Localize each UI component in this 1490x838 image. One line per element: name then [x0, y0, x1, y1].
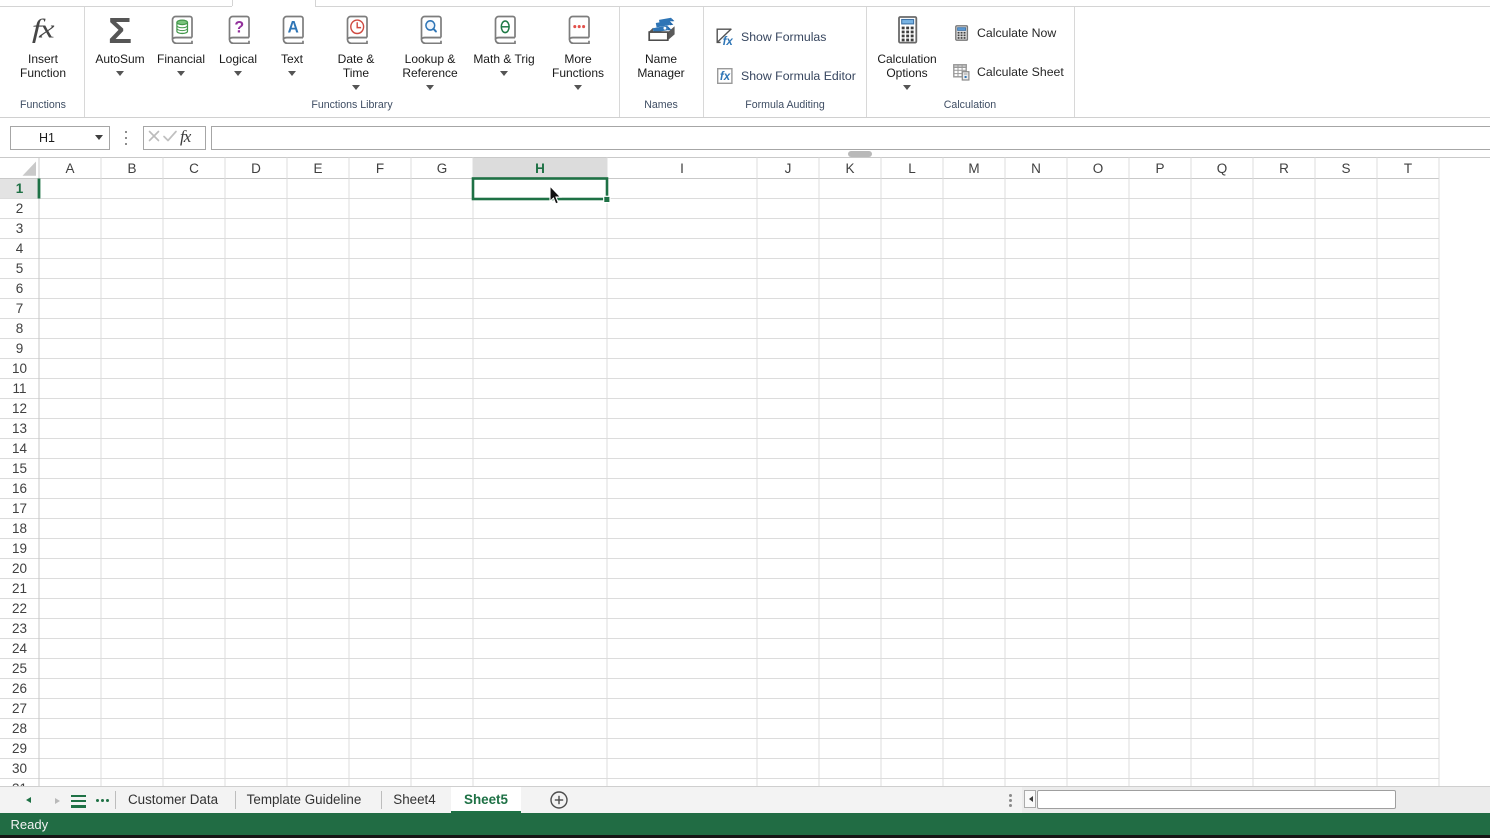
svg-text:T: T	[1404, 161, 1412, 176]
svg-text:R: R	[1279, 161, 1289, 176]
svg-text:19: 19	[12, 541, 27, 556]
svg-text:25: 25	[12, 661, 27, 676]
svg-text:K: K	[845, 161, 854, 176]
svg-text:I: I	[680, 161, 684, 176]
svg-text:L: L	[908, 161, 916, 176]
svg-text:23: 23	[12, 621, 27, 636]
svg-text:1: 1	[16, 181, 24, 196]
svg-text:?: ?	[234, 18, 244, 36]
svg-text:26: 26	[12, 681, 27, 696]
svg-text:fx: fx	[719, 71, 730, 83]
svg-text:27: 27	[12, 701, 27, 716]
svg-text:12: 12	[12, 401, 27, 416]
svg-text:M: M	[968, 161, 979, 176]
svg-text:13: 13	[12, 421, 27, 436]
svg-text:2: 2	[16, 201, 24, 216]
svg-text:fx: fx	[722, 35, 733, 45]
svg-text:F: F	[376, 161, 384, 176]
svg-text:14: 14	[12, 441, 28, 456]
svg-text:21: 21	[12, 581, 27, 596]
svg-text:30: 30	[12, 761, 27, 776]
svg-text:7: 7	[16, 301, 24, 316]
svg-text:8: 8	[16, 321, 24, 336]
svg-text:Q: Q	[1217, 161, 1228, 176]
svg-text:20: 20	[12, 561, 27, 576]
svg-text:3: 3	[16, 221, 24, 236]
svg-text:22: 22	[12, 601, 27, 616]
svg-text:24: 24	[12, 641, 28, 656]
svg-text:4: 4	[16, 241, 24, 256]
svg-text:11: 11	[12, 381, 26, 396]
svg-text:J: J	[785, 161, 792, 176]
svg-text:D: D	[251, 161, 261, 176]
svg-text:C: C	[189, 161, 199, 176]
svg-text:17: 17	[12, 501, 27, 516]
svg-text:H: H	[535, 161, 545, 176]
svg-text:15: 15	[12, 461, 27, 476]
svg-text:10: 10	[12, 361, 27, 376]
svg-text:9: 9	[16, 341, 24, 356]
svg-text:S: S	[1341, 161, 1350, 176]
svg-text:B: B	[127, 161, 136, 176]
svg-text:P: P	[1155, 161, 1164, 176]
svg-text:28: 28	[12, 721, 27, 736]
svg-text:E: E	[313, 161, 322, 176]
svg-text:29: 29	[12, 741, 27, 756]
svg-text:G: G	[437, 161, 448, 176]
svg-text:O: O	[1093, 161, 1104, 176]
svg-text:A: A	[287, 19, 299, 36]
svg-text:18: 18	[12, 521, 27, 536]
svg-text:A: A	[65, 161, 74, 176]
svg-text:6: 6	[16, 281, 24, 296]
svg-text:N: N	[1031, 161, 1041, 176]
svg-text:16: 16	[12, 481, 27, 496]
svg-text:5: 5	[16, 261, 24, 276]
